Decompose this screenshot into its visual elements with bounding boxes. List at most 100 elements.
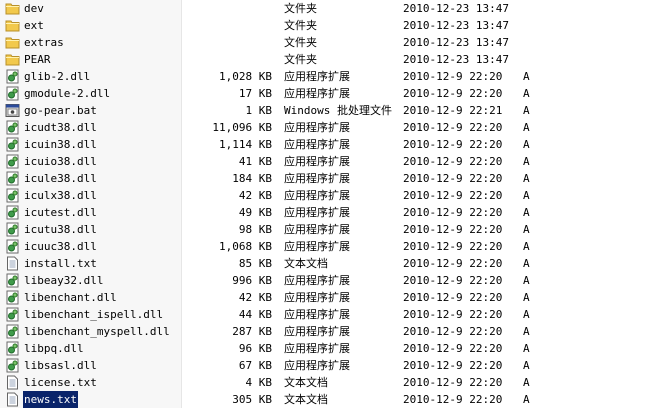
file-attributes: A (523, 155, 530, 168)
file-row[interactable]: iculx38.dll 42 KB 应用程序扩展 2010-12-9 22:20 A (0, 187, 648, 204)
file-name: icuio38.dll (24, 155, 97, 168)
file-name: news.txt (23, 391, 78, 408)
dll-icon (5, 290, 20, 305)
file-row[interactable]: extras 文件夹 2010-12-23 13:47 (0, 34, 648, 51)
file-type: 应用程序扩展 (284, 189, 350, 202)
file-type: 应用程序扩展 (284, 308, 350, 321)
text-file-icon (5, 256, 20, 271)
file-row[interactable]: libsasl.dll 67 KB 应用程序扩展 2010-12-9 22:20 A (0, 357, 648, 374)
file-row[interactable]: glib-2.dll 1,028 KB 应用程序扩展 2010-12-9 22:20 A (0, 68, 648, 85)
name-cell: PEAR (0, 51, 182, 68)
file-row[interactable]: install.txt 85 KB 文本文档 2010-12-9 22:20 A (0, 255, 648, 272)
file-row[interactable]: icuuc38.dll 1,068 KB 应用程序扩展 2010-12-9 22:20… (0, 238, 648, 255)
folder-icon (5, 35, 20, 50)
file-name: PEAR (24, 53, 51, 66)
file-size: 85 KB (238, 257, 272, 270)
file-size: 305 KB (232, 393, 272, 406)
modified-date: 2010-12-9 22:20 (403, 274, 503, 287)
file-name: icuuc38.dll (24, 240, 97, 253)
file-name: libsasl.dll (24, 359, 97, 372)
file-type: 应用程序扩展 (284, 325, 350, 338)
file-size: 17 KB (238, 87, 272, 100)
file-row[interactable]: icule38.dll 184 KB 应用程序扩展 2010-12-9 22:20 A (0, 170, 648, 187)
file-name: extras (24, 36, 64, 49)
file-row[interactable]: dev 文件夹 2010-12-23 13:47 (0, 0, 648, 17)
text-file-icon (5, 375, 20, 390)
file-size: 42 KB (238, 291, 272, 304)
file-row[interactable]: go-pear.bat 1 KB Windows 批处理文件 2010-12-9 22… (0, 102, 648, 119)
file-row[interactable]: gmodule-2.dll 17 KB 应用程序扩展 2010-12-9 22:20 A (0, 85, 648, 102)
name-cell: libpq.dll (0, 340, 182, 357)
file-row[interactable]: icutest.dll 49 KB 应用程序扩展 2010-12-9 22:20 A (0, 204, 648, 221)
file-row[interactable]: libenchant.dll 42 KB 应用程序扩展 2010-12-9 22:20… (0, 289, 648, 306)
file-type: 文本文档 (284, 376, 328, 389)
file-attributes: A (523, 376, 530, 389)
dll-icon (5, 120, 20, 135)
file-attributes: A (523, 308, 530, 321)
dll-icon (5, 222, 20, 237)
folder-icon (5, 52, 20, 67)
name-cell: libsasl.dll (0, 357, 182, 374)
file-type: 文件夹 (284, 53, 317, 66)
modified-date: 2010-12-9 22:20 (403, 376, 503, 389)
file-row[interactable]: news.txt 305 KB 文本文档 2010-12-9 22:20 A (0, 391, 648, 408)
file-size: 4 KB (245, 376, 273, 389)
file-type: 应用程序扩展 (284, 240, 350, 253)
dll-icon (5, 358, 20, 373)
name-cell: icuio38.dll (0, 153, 182, 170)
file-type: 应用程序扩展 (284, 87, 350, 100)
modified-date: 2010-12-9 22:20 (403, 155, 503, 168)
file-attributes: A (523, 393, 530, 406)
name-cell: libenchant.dll (0, 289, 182, 306)
file-attributes: A (523, 138, 530, 151)
dll-icon (5, 171, 20, 186)
modified-date: 2010-12-9 22:20 (403, 206, 503, 219)
file-row[interactable]: PEAR 文件夹 2010-12-23 13:47 (0, 51, 648, 68)
file-size: 184 KB (232, 172, 272, 185)
file-row[interactable]: libeay32.dll 996 KB 应用程序扩展 2010-12-9 22:20 A (0, 272, 648, 289)
name-cell: glib-2.dll (0, 68, 182, 85)
file-row[interactable]: license.txt 4 KB 文本文档 2010-12-9 22:20 A (0, 374, 648, 391)
file-name: libeay32.dll (24, 274, 104, 287)
modified-date: 2010-12-9 22:20 (403, 189, 503, 202)
name-cell: icuin38.dll (0, 136, 182, 153)
name-cell: gmodule-2.dll (0, 85, 182, 102)
name-cell: dev (0, 0, 182, 17)
name-cell: install.txt (0, 255, 182, 272)
file-type: 应用程序扩展 (284, 206, 350, 219)
file-row[interactable]: libenchant_ispell.dll 44 KB 应用程序扩展 2010-12-… (0, 306, 648, 323)
bat-icon (5, 103, 20, 118)
file-row[interactable]: ext 文件夹 2010-12-23 13:47 (0, 17, 648, 34)
file-row[interactable]: libenchant_myspell.dll 287 KB 应用程序扩展 2010-1… (0, 323, 648, 340)
file-type: 应用程序扩展 (284, 155, 350, 168)
modified-date: 2010-12-9 22:20 (403, 121, 503, 134)
modified-date: 2010-12-9 22:21 (403, 104, 503, 117)
file-attributes: A (523, 291, 530, 304)
file-type: 应用程序扩展 (284, 342, 350, 355)
name-cell: libenchant_myspell.dll (0, 323, 182, 340)
dll-icon (5, 86, 20, 101)
modified-date: 2010-12-9 22:20 (403, 138, 503, 151)
file-name: libenchant.dll (24, 291, 117, 304)
file-type: 应用程序扩展 (284, 223, 350, 236)
file-type: 文件夹 (284, 2, 317, 15)
file-attributes: A (523, 257, 530, 270)
dll-icon (5, 188, 20, 203)
modified-date: 2010-12-9 22:20 (403, 325, 503, 338)
file-size: 49 KB (238, 206, 272, 219)
file-size: 67 KB (238, 359, 272, 372)
file-size: 11,096 KB (212, 121, 272, 134)
file-attributes: A (523, 223, 530, 236)
file-row[interactable]: libpq.dll 96 KB 应用程序扩展 2010-12-9 22:20 A (0, 340, 648, 357)
file-row[interactable]: icuin38.dll 1,114 KB 应用程序扩展 2010-12-9 22:20… (0, 136, 648, 153)
folder-icon (5, 18, 20, 33)
file-row[interactable]: icutu38.dll 98 KB 应用程序扩展 2010-12-9 22:20 A (0, 221, 648, 238)
file-name: dev (24, 2, 44, 15)
dll-icon (5, 154, 20, 169)
file-row[interactable]: icudt38.dll 11,096 KB 应用程序扩展 2010-12-9 22:2… (0, 119, 648, 136)
file-type: 应用程序扩展 (284, 70, 350, 83)
file-row[interactable]: icuio38.dll 41 KB 应用程序扩展 2010-12-9 22:20 A (0, 153, 648, 170)
file-name: glib-2.dll (24, 70, 91, 83)
file-name: libenchant_myspell.dll (24, 325, 170, 338)
name-cell: libeay32.dll (0, 272, 182, 289)
